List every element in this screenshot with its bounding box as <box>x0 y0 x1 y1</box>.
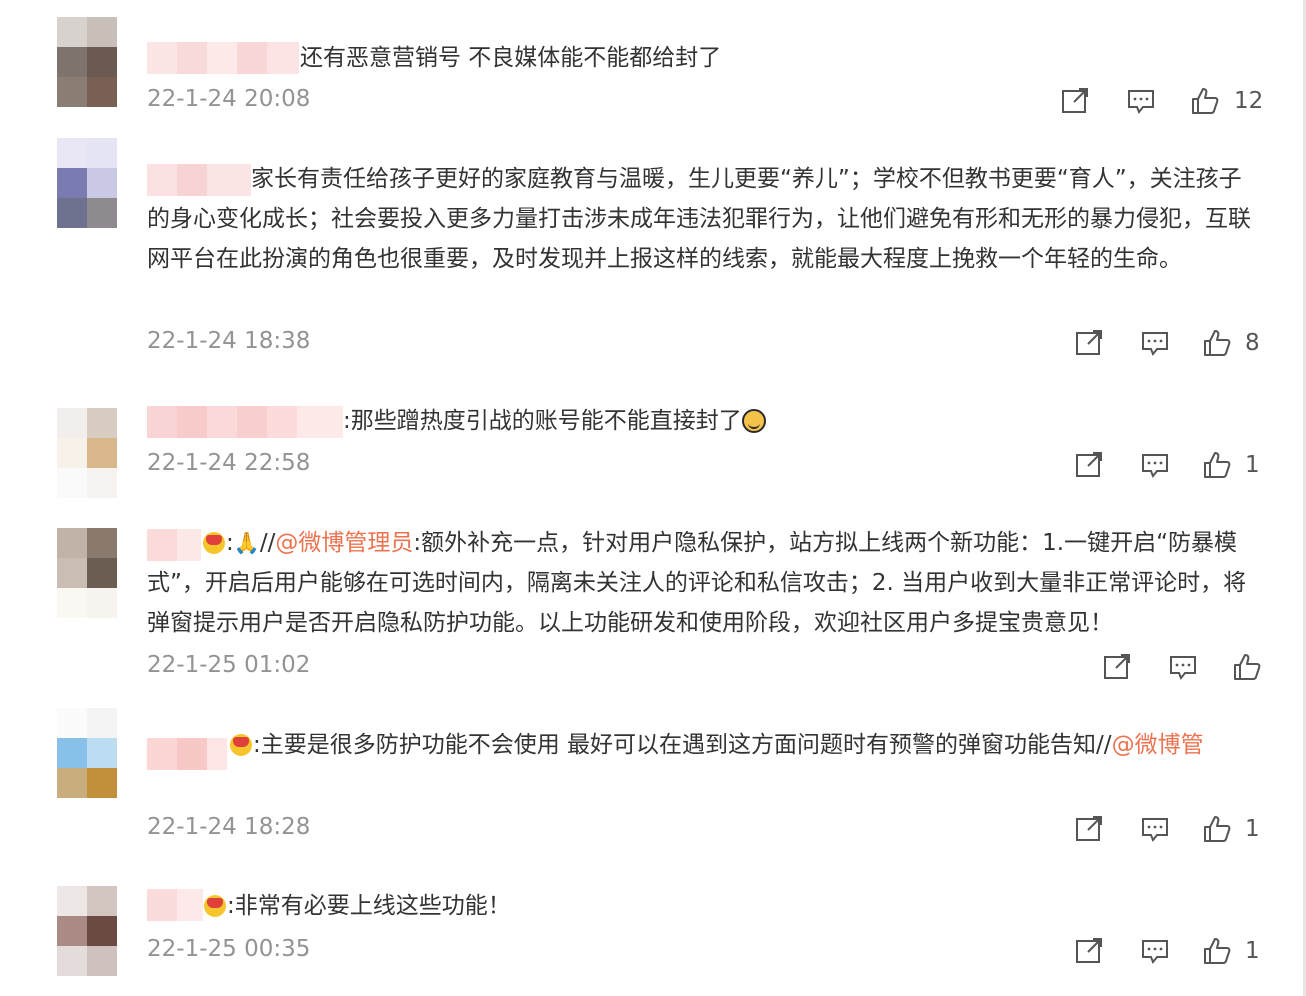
like-count: 1 <box>1245 938 1260 964</box>
comment-timestamp: 22-1-24 20:08 <box>147 86 311 112</box>
comment-timestamp: 22-1-24 18:28 <box>147 814 311 840</box>
crown-emoji-icon <box>204 895 226 917</box>
thumbs-up-icon[interactable] <box>1202 814 1236 848</box>
comment-text: 还有恶意营销号 不良媒体能不能都给封了 <box>300 45 722 71</box>
comment-icon[interactable] <box>1168 652 1202 686</box>
share-icon[interactable] <box>1074 814 1108 848</box>
username-blurred[interactable] <box>147 889 203 921</box>
mention-link[interactable]: @微博管 <box>1112 732 1204 758</box>
username-blurred[interactable] <box>147 42 299 74</box>
comment-icon[interactable] <box>1140 814 1174 848</box>
comment-icon[interactable] <box>1140 936 1174 970</box>
thumbs-up-icon[interactable] <box>1190 86 1224 120</box>
thumbs-up-icon[interactable] <box>1202 450 1236 484</box>
like-count: 1 <box>1245 452 1260 478</box>
comment-actions: 1 <box>1074 936 1274 970</box>
comment-text: 家长有责任给孩子更好的家庭教育与温暖，生儿更要“养儿”；学校不但教书更要“育人”… <box>147 166 1251 272</box>
comment-actions: 12 <box>1060 86 1270 120</box>
avatar[interactable] <box>57 528 117 618</box>
comment-text: :非常有必要上线这些功能！ <box>204 886 1104 926</box>
comment-timestamp: 22-1-24 18:38 <box>147 328 311 354</box>
like-count: 8 <box>1245 330 1260 356</box>
avatar[interactable] <box>57 708 117 798</box>
comment-timestamp: 22-1-25 00:35 <box>147 936 311 962</box>
comment-text: :主要是很多防护功能不会使用 最好可以在遇到这方面问题时有预警的弹窗功能告知//… <box>230 725 1260 765</box>
comment-actions: 8 <box>1074 328 1274 362</box>
grin-emoji-icon <box>741 409 766 433</box>
avatar[interactable] <box>57 408 117 498</box>
comment-timestamp: 22-1-25 01:02 <box>147 652 311 678</box>
comment-text: :那些蹭热度引战的账号能不能直接封了 <box>343 401 1243 441</box>
like-count: 1 <box>1245 816 1260 842</box>
share-icon[interactable] <box>1102 652 1136 686</box>
thumbs-up-icon[interactable] <box>1202 328 1236 362</box>
comment-icon[interactable] <box>1126 86 1160 120</box>
comment-actions <box>1102 652 1272 686</box>
avatar[interactable] <box>57 138 117 228</box>
share-icon[interactable] <box>1074 328 1108 362</box>
avatar[interactable] <box>57 17 117 107</box>
share-icon[interactable] <box>1060 86 1094 120</box>
like-count: 12 <box>1234 88 1264 114</box>
avatar[interactable] <box>57 886 117 976</box>
share-icon[interactable] <box>1074 936 1108 970</box>
thumbs-up-icon[interactable] <box>1202 936 1236 970</box>
comment-icon[interactable] <box>1140 328 1174 362</box>
share-icon[interactable] <box>1074 450 1108 484</box>
comment-icon[interactable] <box>1140 450 1174 484</box>
comment-actions: 1 <box>1074 450 1274 484</box>
username-blurred[interactable] <box>147 738 227 770</box>
username-blurred[interactable] <box>147 406 343 438</box>
thumbs-up-icon[interactable] <box>1232 652 1266 686</box>
mention-link[interactable]: @微博管理员 <box>275 530 413 556</box>
comment-text: :🙏//@微博管理员:额外补充一点，针对用户隐私保护，站方拟上线两个新功能：1.… <box>147 530 1247 636</box>
comment-timestamp: 22-1-24 22:58 <box>147 450 311 476</box>
crown-emoji-icon <box>230 734 252 756</box>
crown-emoji-icon <box>203 532 225 554</box>
comment-actions: 1 <box>1074 814 1274 848</box>
pray-emoji-icon: 🙏 <box>233 531 260 555</box>
